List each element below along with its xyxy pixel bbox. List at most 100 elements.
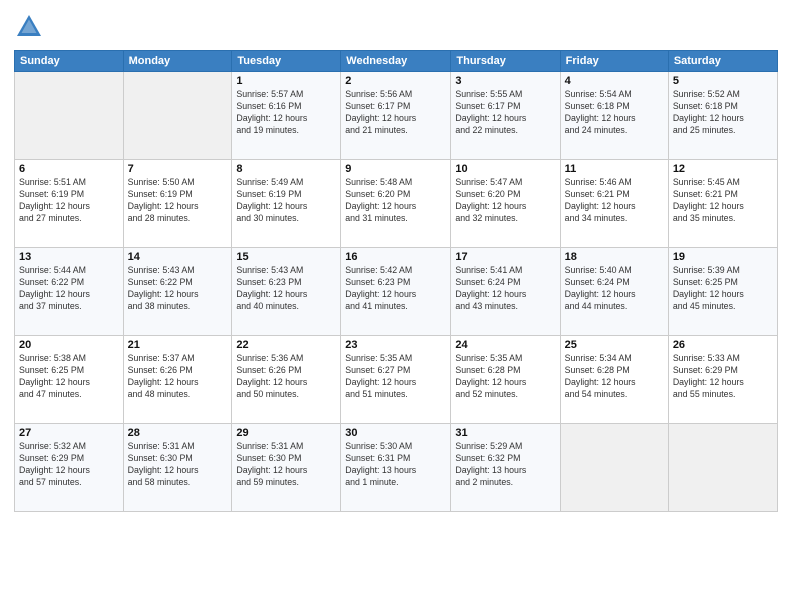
day-info: Sunrise: 5:48 AM Sunset: 6:20 PM Dayligh… bbox=[345, 177, 446, 225]
header bbox=[14, 12, 778, 42]
day-cell bbox=[15, 72, 124, 160]
day-cell bbox=[560, 424, 668, 512]
day-number: 28 bbox=[128, 427, 228, 439]
day-info: Sunrise: 5:35 AM Sunset: 6:28 PM Dayligh… bbox=[455, 353, 555, 401]
week-row-4: 20 Sunrise: 5:38 AM Sunset: 6:25 PM Dayli… bbox=[15, 336, 778, 424]
calendar-table: SundayMondayTuesdayWednesdayThursdayFrid… bbox=[14, 50, 778, 512]
day-info: Sunrise: 5:55 AM Sunset: 6:17 PM Dayligh… bbox=[455, 89, 555, 137]
day-number: 18 bbox=[565, 251, 664, 263]
day-number: 6 bbox=[19, 163, 119, 175]
day-number: 20 bbox=[19, 339, 119, 351]
weekday-thursday: Thursday bbox=[451, 51, 560, 72]
day-cell: 9 Sunrise: 5:48 AM Sunset: 6:20 PM Daylig… bbox=[341, 160, 451, 248]
day-info: Sunrise: 5:49 AM Sunset: 6:19 PM Dayligh… bbox=[236, 177, 336, 225]
day-cell: 16 Sunrise: 5:42 AM Sunset: 6:23 PM Dayli… bbox=[341, 248, 451, 336]
day-cell: 30 Sunrise: 5:30 AM Sunset: 6:31 PM Dayli… bbox=[341, 424, 451, 512]
day-number: 3 bbox=[455, 75, 555, 87]
day-cell: 4Sunrise: 5:54 AM Sunset: 6:18 PM Daylig… bbox=[560, 72, 668, 160]
day-cell: 5 Sunrise: 5:52 AM Sunset: 6:18 PM Daylig… bbox=[668, 72, 777, 160]
day-info: Sunrise: 5:30 AM Sunset: 6:31 PM Dayligh… bbox=[345, 441, 446, 489]
day-number: 8 bbox=[236, 163, 336, 175]
day-info: Sunrise: 5:36 AM Sunset: 6:26 PM Dayligh… bbox=[236, 353, 336, 401]
day-info: Sunrise: 5:32 AM Sunset: 6:29 PM Dayligh… bbox=[19, 441, 119, 489]
day-number: 7 bbox=[128, 163, 228, 175]
day-cell: 12Sunrise: 5:45 AM Sunset: 6:21 PM Dayli… bbox=[668, 160, 777, 248]
day-number: 24 bbox=[455, 339, 555, 351]
day-cell bbox=[668, 424, 777, 512]
day-info: Sunrise: 5:34 AM Sunset: 6:28 PM Dayligh… bbox=[565, 353, 664, 401]
day-cell: 21 Sunrise: 5:37 AM Sunset: 6:26 PM Dayli… bbox=[123, 336, 232, 424]
day-info: Sunrise: 5:31 AM Sunset: 6:30 PM Dayligh… bbox=[236, 441, 336, 489]
day-number: 11 bbox=[565, 163, 664, 175]
weekday-saturday: Saturday bbox=[668, 51, 777, 72]
day-info: Sunrise: 5:35 AM Sunset: 6:27 PM Dayligh… bbox=[345, 353, 446, 401]
day-number: 21 bbox=[128, 339, 228, 351]
weekday-friday: Friday bbox=[560, 51, 668, 72]
day-number: 19 bbox=[673, 251, 773, 263]
day-number: 23 bbox=[345, 339, 446, 351]
logo bbox=[14, 12, 48, 42]
day-cell: 29 Sunrise: 5:31 AM Sunset: 6:30 PM Dayli… bbox=[232, 424, 341, 512]
day-number: 9 bbox=[345, 163, 446, 175]
day-info: Sunrise: 5:43 AM Sunset: 6:22 PM Dayligh… bbox=[128, 265, 228, 313]
day-cell: 25Sunrise: 5:34 AM Sunset: 6:28 PM Dayli… bbox=[560, 336, 668, 424]
day-cell: 26 Sunrise: 5:33 AM Sunset: 6:29 PM Dayli… bbox=[668, 336, 777, 424]
day-number: 16 bbox=[345, 251, 446, 263]
day-number: 30 bbox=[345, 427, 446, 439]
day-cell: 23 Sunrise: 5:35 AM Sunset: 6:27 PM Dayli… bbox=[341, 336, 451, 424]
day-cell: 3 Sunrise: 5:55 AM Sunset: 6:17 PM Daylig… bbox=[451, 72, 560, 160]
day-info: Sunrise: 5:33 AM Sunset: 6:29 PM Dayligh… bbox=[673, 353, 773, 401]
day-info: Sunrise: 5:31 AM Sunset: 6:30 PM Dayligh… bbox=[128, 441, 228, 489]
day-number: 5 bbox=[673, 75, 773, 87]
day-cell: 2Sunrise: 5:56 AM Sunset: 6:17 PM Daylig… bbox=[341, 72, 451, 160]
day-cell: 6 Sunrise: 5:51 AM Sunset: 6:19 PM Daylig… bbox=[15, 160, 124, 248]
day-info: Sunrise: 5:42 AM Sunset: 6:23 PM Dayligh… bbox=[345, 265, 446, 313]
day-cell: 27 Sunrise: 5:32 AM Sunset: 6:29 PM Dayli… bbox=[15, 424, 124, 512]
day-info: Sunrise: 5:54 AM Sunset: 6:18 PM Dayligh… bbox=[565, 89, 664, 137]
day-info: Sunrise: 5:29 AM Sunset: 6:32 PM Dayligh… bbox=[455, 441, 555, 489]
day-number: 26 bbox=[673, 339, 773, 351]
day-number: 1 bbox=[236, 75, 336, 87]
week-row-1: 1Sunrise: 5:57 AM Sunset: 6:16 PM Daylig… bbox=[15, 72, 778, 160]
weekday-wednesday: Wednesday bbox=[341, 51, 451, 72]
day-info: Sunrise: 5:44 AM Sunset: 6:22 PM Dayligh… bbox=[19, 265, 119, 313]
day-cell: 18 Sunrise: 5:40 AM Sunset: 6:24 PM Dayli… bbox=[560, 248, 668, 336]
day-cell bbox=[123, 72, 232, 160]
weekday-sunday: Sunday bbox=[15, 51, 124, 72]
day-cell: 7 Sunrise: 5:50 AM Sunset: 6:19 PM Daylig… bbox=[123, 160, 232, 248]
day-cell: 24 Sunrise: 5:35 AM Sunset: 6:28 PM Dayli… bbox=[451, 336, 560, 424]
day-cell: 1Sunrise: 5:57 AM Sunset: 6:16 PM Daylig… bbox=[232, 72, 341, 160]
day-info: Sunrise: 5:56 AM Sunset: 6:17 PM Dayligh… bbox=[345, 89, 446, 137]
day-number: 31 bbox=[455, 427, 555, 439]
day-cell: 8 Sunrise: 5:49 AM Sunset: 6:19 PM Daylig… bbox=[232, 160, 341, 248]
day-info: Sunrise: 5:46 AM Sunset: 6:21 PM Dayligh… bbox=[565, 177, 664, 225]
day-cell: 15Sunrise: 5:43 AM Sunset: 6:23 PM Dayli… bbox=[232, 248, 341, 336]
day-cell: 10Sunrise: 5:47 AM Sunset: 6:20 PM Dayli… bbox=[451, 160, 560, 248]
day-info: Sunrise: 5:51 AM Sunset: 6:19 PM Dayligh… bbox=[19, 177, 119, 225]
day-cell: 31 Sunrise: 5:29 AM Sunset: 6:32 PM Dayli… bbox=[451, 424, 560, 512]
day-info: Sunrise: 5:50 AM Sunset: 6:19 PM Dayligh… bbox=[128, 177, 228, 225]
day-info: Sunrise: 5:41 AM Sunset: 6:24 PM Dayligh… bbox=[455, 265, 555, 313]
day-number: 27 bbox=[19, 427, 119, 439]
day-cell: 20 Sunrise: 5:38 AM Sunset: 6:25 PM Dayli… bbox=[15, 336, 124, 424]
weekday-header-row: SundayMondayTuesdayWednesdayThursdayFrid… bbox=[15, 51, 778, 72]
day-number: 14 bbox=[128, 251, 228, 263]
day-cell: 13Sunrise: 5:44 AM Sunset: 6:22 PM Dayli… bbox=[15, 248, 124, 336]
day-number: 17 bbox=[455, 251, 555, 263]
day-info: Sunrise: 5:43 AM Sunset: 6:23 PM Dayligh… bbox=[236, 265, 336, 313]
day-info: Sunrise: 5:38 AM Sunset: 6:25 PM Dayligh… bbox=[19, 353, 119, 401]
day-info: Sunrise: 5:39 AM Sunset: 6:25 PM Dayligh… bbox=[673, 265, 773, 313]
week-row-5: 27 Sunrise: 5:32 AM Sunset: 6:29 PM Dayli… bbox=[15, 424, 778, 512]
day-info: Sunrise: 5:37 AM Sunset: 6:26 PM Dayligh… bbox=[128, 353, 228, 401]
week-row-3: 13Sunrise: 5:44 AM Sunset: 6:22 PM Dayli… bbox=[15, 248, 778, 336]
weekday-monday: Monday bbox=[123, 51, 232, 72]
week-row-2: 6 Sunrise: 5:51 AM Sunset: 6:19 PM Daylig… bbox=[15, 160, 778, 248]
day-info: Sunrise: 5:40 AM Sunset: 6:24 PM Dayligh… bbox=[565, 265, 664, 313]
day-number: 12 bbox=[673, 163, 773, 175]
day-cell: 14 Sunrise: 5:43 AM Sunset: 6:22 PM Dayli… bbox=[123, 248, 232, 336]
day-number: 10 bbox=[455, 163, 555, 175]
day-cell: 19 Sunrise: 5:39 AM Sunset: 6:25 PM Dayli… bbox=[668, 248, 777, 336]
day-info: Sunrise: 5:52 AM Sunset: 6:18 PM Dayligh… bbox=[673, 89, 773, 137]
day-number: 22 bbox=[236, 339, 336, 351]
day-number: 29 bbox=[236, 427, 336, 439]
